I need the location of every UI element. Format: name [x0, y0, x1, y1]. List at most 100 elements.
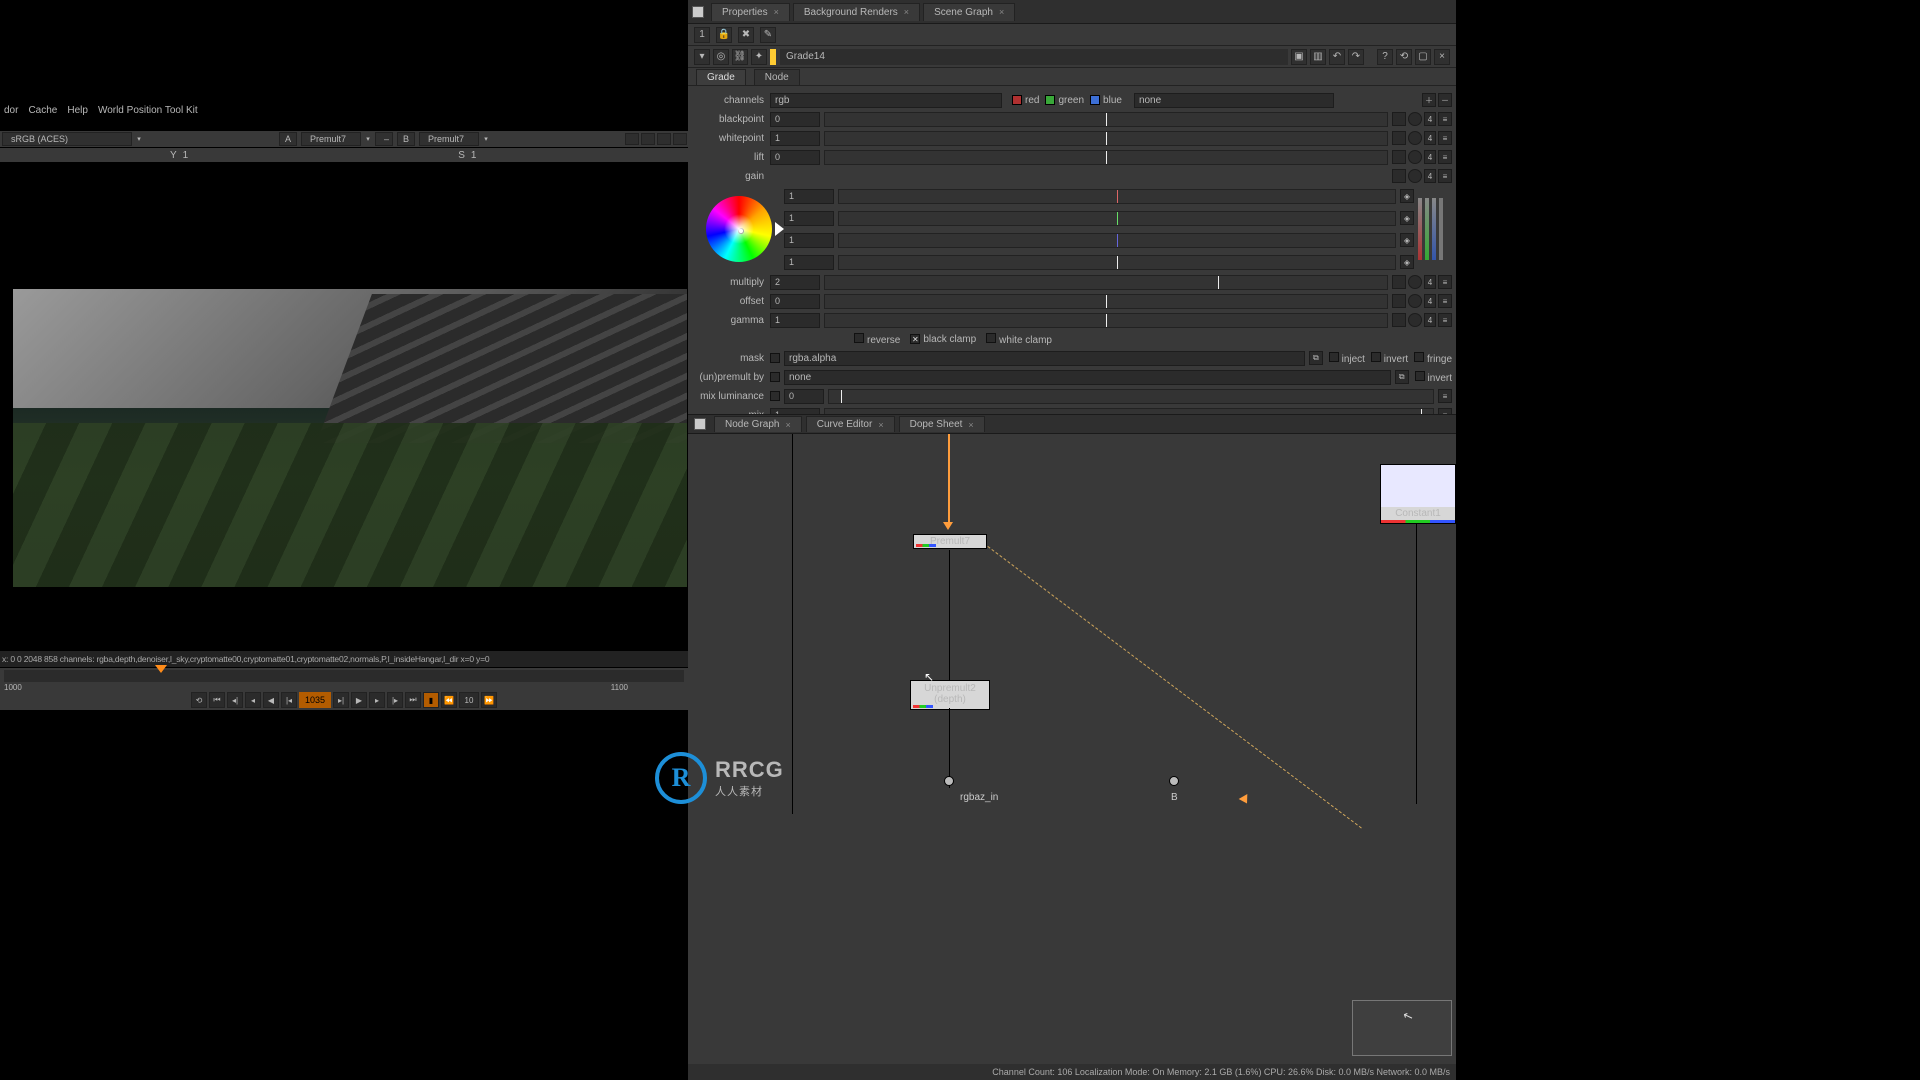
value-input[interactable]: 2 [770, 275, 820, 290]
plus-icon[interactable]: ＋ [1422, 93, 1436, 107]
anim-menu-icon[interactable]: ≡ [1438, 169, 1452, 183]
dot-node[interactable] [944, 776, 954, 786]
anim-menu-icon[interactable]: ≡ [1438, 294, 1452, 308]
channels-dropdown[interactable]: rgb [770, 93, 1002, 108]
value-input[interactable]: 1 [770, 131, 820, 146]
reverse-checkbox[interactable] [854, 333, 864, 343]
tab-node-graph[interactable]: Node Graph× [714, 416, 802, 432]
tab-curve-editor[interactable]: Curve Editor× [806, 416, 895, 432]
slider[interactable] [838, 233, 1396, 248]
anim-menu-icon[interactable]: ≡ [1438, 131, 1452, 145]
anim-menu-icon[interactable]: ≡ [1438, 389, 1452, 403]
current-frame[interactable]: 1035 [299, 692, 331, 708]
value-input[interactable]: 0 [784, 389, 824, 404]
channel-extra-dropdown[interactable]: none [1134, 93, 1334, 108]
menu-item[interactable]: World Position Tool Kit [98, 105, 198, 119]
anim-menu-icon[interactable]: ≡ [1438, 275, 1452, 289]
step-forward-icon[interactable]: ▸ [369, 692, 385, 708]
gain-r-input[interactable]: 1 [784, 189, 834, 204]
black-clamp-checkbox[interactable] [910, 334, 920, 344]
channel-count[interactable]: 4 [1424, 131, 1436, 145]
unpremult-dropdown[interactable]: none [784, 370, 1391, 385]
tab-scene-graph[interactable]: Scene Graph× [923, 3, 1015, 21]
wheel-handle[interactable] [738, 228, 744, 234]
slider[interactable] [824, 150, 1388, 165]
float-icon[interactable]: ▢ [1415, 49, 1431, 65]
mask-dropdown[interactable]: rgba.alpha [784, 351, 1305, 366]
slider-handle-icon[interactable]: ◈ [1400, 233, 1414, 247]
wand-icon[interactable]: ✦ [751, 49, 767, 65]
slider[interactable] [838, 211, 1396, 226]
gain-b-input[interactable]: 1 [784, 233, 834, 248]
invert-checkbox[interactable] [1371, 352, 1381, 362]
skip-back-icon[interactable]: ⏪ [441, 692, 457, 708]
swatch-icon[interactable] [1392, 150, 1406, 164]
colorspace-dropdown[interactable]: sRGB (ACES) [2, 132, 132, 146]
channel-count[interactable]: 4 [1424, 169, 1436, 183]
channel-red-toggle[interactable] [1012, 95, 1022, 105]
color-wheel-icon[interactable] [1408, 313, 1422, 327]
viewer-option-icon[interactable] [657, 133, 671, 145]
slider[interactable] [838, 255, 1396, 270]
panel-drag-icon[interactable] [694, 418, 706, 430]
slider-handle-icon[interactable]: ◈ [1400, 255, 1414, 269]
menu-item[interactable]: Help [67, 105, 88, 119]
white-clamp-checkbox[interactable] [986, 333, 996, 343]
anim-menu-icon[interactable]: ≡ [1438, 313, 1452, 327]
color-wheel-icon[interactable] [1408, 294, 1422, 308]
unpremult-link-icon[interactable]: ⧉ [1395, 370, 1409, 384]
gain-g-input[interactable]: 1 [784, 211, 834, 226]
tool-icon[interactable]: ▥ [1310, 49, 1326, 65]
tab-bg-renders[interactable]: Background Renders× [793, 3, 920, 21]
slider[interactable] [824, 294, 1388, 309]
s-value[interactable]: 1 [471, 150, 477, 161]
comp-a-dropdown[interactable]: Premult7 [301, 132, 361, 146]
color-wheel-icon[interactable] [1408, 150, 1422, 164]
step-back-icon[interactable]: ◂ [245, 692, 261, 708]
node-premult7[interactable]: Premult7 [913, 534, 987, 549]
channel-count[interactable]: 4 [1424, 112, 1436, 126]
y-value[interactable]: 1 [183, 150, 189, 161]
revert-icon[interactable]: ⟲ [1396, 49, 1412, 65]
color-wheel-icon[interactable] [1408, 112, 1422, 126]
focus-icon[interactable]: ◎ [713, 49, 729, 65]
goto-end-icon[interactable]: ⏭ [405, 692, 421, 708]
menu-item[interactable]: Cache [28, 105, 57, 119]
swatch-icon[interactable] [1392, 313, 1406, 327]
help-icon[interactable]: ? [1377, 49, 1393, 65]
anim-menu-icon[interactable]: ≡ [1438, 112, 1452, 126]
redo-icon[interactable]: ↷ [1348, 49, 1364, 65]
node-constant1[interactable]: Constant1 [1380, 464, 1456, 524]
close-icon[interactable]: × [968, 420, 973, 430]
value-input[interactable]: 0 [770, 150, 820, 165]
undo-icon[interactable]: ↶ [1329, 49, 1345, 65]
swatch-icon[interactable] [1392, 169, 1406, 183]
node-unpremult2[interactable]: Unpremult2(depth) [910, 680, 990, 710]
unpremult-invert-checkbox[interactable] [1415, 371, 1425, 381]
color-wheel-icon[interactable] [1408, 131, 1422, 145]
minus-icon[interactable]: － [1438, 93, 1452, 107]
pin-icon[interactable]: ✖ [738, 27, 754, 43]
mask-link-icon[interactable]: ⧉ [1309, 351, 1323, 365]
gain-a-input[interactable]: 1 [784, 255, 834, 270]
slider[interactable] [838, 189, 1396, 204]
swatch-icon[interactable] [1392, 131, 1406, 145]
slider[interactable] [824, 313, 1388, 328]
node-name-field[interactable]: Grade14 [780, 49, 1288, 65]
subtab-grade[interactable]: Grade [696, 69, 746, 85]
anim-menu-icon[interactable]: ≡ [1438, 150, 1452, 164]
slider-handle-icon[interactable]: ◈ [1400, 189, 1414, 203]
tool-icon[interactable]: ▣ [1291, 49, 1307, 65]
panel-drag-icon[interactable] [692, 6, 704, 18]
close-icon[interactable]: × [774, 7, 779, 17]
value-input[interactable]: 0 [770, 294, 820, 309]
timeline-playhead[interactable] [155, 665, 167, 681]
color-wheel-icon[interactable] [1408, 275, 1422, 289]
close-icon[interactable]: × [878, 420, 883, 430]
range-lock-icon[interactable]: ▮ [423, 692, 439, 708]
step-back-one-icon[interactable]: |◂ [281, 692, 297, 708]
color-wheel-icon[interactable] [1408, 169, 1422, 183]
link-icon[interactable]: ⛓ [732, 49, 748, 65]
node-graph[interactable]: Premult7 Unpremult2(depth) ↖ Constant1 r… [688, 434, 1456, 1080]
slider[interactable] [824, 112, 1388, 127]
